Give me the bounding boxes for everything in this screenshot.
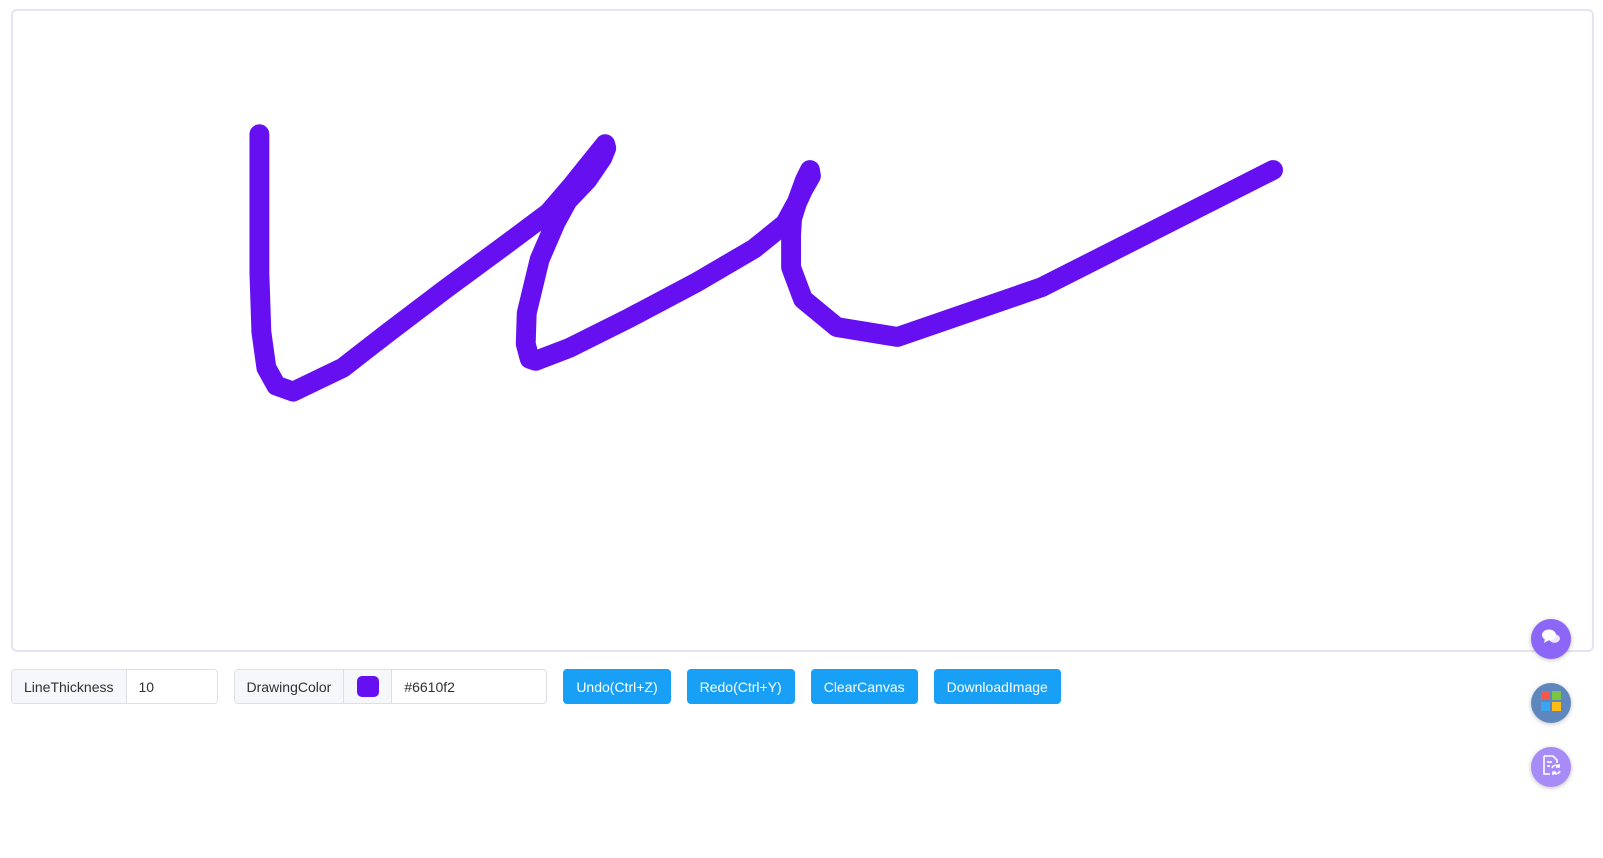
line-thickness-input[interactable] bbox=[126, 670, 217, 703]
windows-grid-icon bbox=[1541, 690, 1561, 716]
document-refresh-icon bbox=[1540, 754, 1562, 781]
drawing-color-label: DrawingColor bbox=[234, 670, 345, 703]
color-picker[interactable] bbox=[344, 670, 393, 703]
drawing-canvas[interactable] bbox=[11, 9, 1594, 652]
chat-bubbles-icon bbox=[1541, 628, 1561, 651]
document-float-button[interactable] bbox=[1531, 747, 1571, 787]
undo-button[interactable]: Undo(Ctrl+Z) bbox=[563, 669, 671, 704]
color-swatch[interactable] bbox=[356, 676, 379, 697]
line-thickness-label: LineThickness bbox=[12, 670, 127, 703]
chat-float-button[interactable] bbox=[1531, 619, 1571, 659]
drawing-surface[interactable] bbox=[13, 11, 1592, 650]
line-thickness-group: LineThickness bbox=[11, 669, 218, 704]
drawing-color-group: DrawingColor bbox=[233, 669, 548, 704]
apps-float-button[interactable] bbox=[1531, 683, 1571, 723]
drawn-stroke bbox=[249, 124, 1283, 402]
download-image-button[interactable]: DownloadImage bbox=[933, 669, 1061, 704]
drawing-color-input[interactable] bbox=[392, 670, 547, 703]
clear-canvas-button[interactable]: ClearCanvas bbox=[810, 669, 918, 704]
redo-button[interactable]: Redo(Ctrl+Y) bbox=[686, 669, 795, 704]
toolbar: LineThickness DrawingColor Undo(Ctrl+Z) … bbox=[11, 669, 1077, 704]
